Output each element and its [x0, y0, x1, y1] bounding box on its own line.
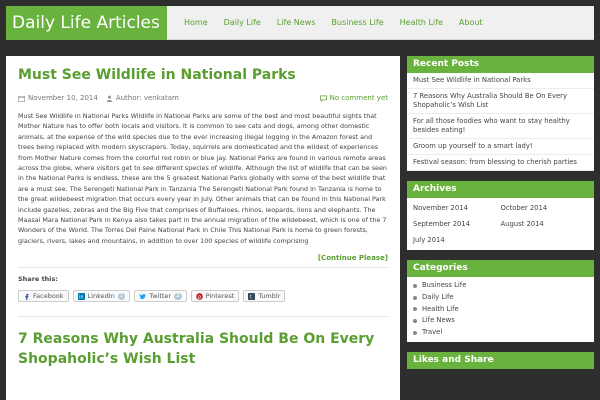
linkedin-icon: in: [77, 292, 85, 300]
facebook-icon: [25, 293, 29, 300]
archives-list: November 2014 October 2014 September 201…: [407, 198, 594, 250]
comment-icon: [319, 95, 327, 102]
calendar-icon: [18, 95, 25, 102]
svg-text:in: in: [79, 294, 83, 299]
archives-widget: Archives November 2014 October 2014 Sept…: [407, 181, 594, 250]
site-header: Daily Life Articles Home Daily Life Life…: [6, 6, 594, 40]
post-title[interactable]: Must See Wildlife in National Parks: [18, 67, 388, 84]
category-label: Business Life: [422, 281, 467, 289]
recent-post-link[interactable]: For all those foodies who want to stay h…: [407, 114, 594, 139]
recent-post-link[interactable]: Festival season: from blessing to cheris…: [407, 155, 594, 171]
main-nav: Home Daily Life Life News Business Life …: [176, 6, 491, 40]
share-buttons: Facebook in LinkedIn 1 Twitter 2 p Pinte…: [18, 290, 388, 303]
nav-business-life[interactable]: Business Life: [323, 6, 391, 40]
share-pinterest-label: Pinterest: [205, 292, 235, 301]
recent-posts-widget: Recent Posts Must See Wildlife in Nation…: [407, 56, 594, 171]
recent-posts-title: Recent Posts: [407, 56, 594, 73]
share-tumblr-button[interactable]: t Tumblr: [243, 290, 286, 303]
bullet-icon: [413, 283, 417, 288]
categories-title: Categories: [407, 260, 594, 277]
category-link[interactable]: Health Life: [413, 304, 588, 316]
author-icon: [106, 95, 113, 102]
share-facebook-button[interactable]: Facebook: [18, 290, 69, 303]
likes-widget: Likes and Share: [407, 351, 594, 369]
svg-text:t: t: [250, 294, 252, 299]
svg-text:p: p: [198, 295, 201, 299]
category-label: Life News: [422, 316, 455, 325]
divider: [18, 267, 388, 269]
recent-post-link[interactable]: Groom up yourself to a smart lady!: [407, 139, 594, 155]
continue-link[interactable]: [Continue Please]: [18, 254, 388, 262]
share-facebook-label: Facebook: [33, 292, 64, 301]
recent-post-link[interactable]: Must See Wildlife in National Parks: [407, 73, 594, 89]
share-label: Share this:: [18, 275, 59, 284]
site-title[interactable]: Daily Life Articles: [6, 6, 167, 40]
category-label: Travel: [422, 328, 443, 337]
post2-title-line2: Shopaholic’s Wish List: [18, 351, 196, 368]
post-date: November 10, 2014: [28, 94, 98, 102]
bullet-icon: [413, 331, 417, 336]
share-linkedin-button[interactable]: in LinkedIn 1: [72, 290, 131, 303]
pinterest-icon: p: [195, 292, 203, 300]
share-twitter-count: 2: [174, 292, 182, 300]
post-meta: November 10, 2014 Author: venkatam No co…: [18, 93, 388, 103]
category-label: Health Life: [422, 304, 459, 313]
post2-title-line1: 7 Reasons Why Australia Should Be On Eve…: [18, 331, 375, 348]
categories-list: Business Life Daily Life Health Life Lif…: [407, 277, 594, 342]
category-link[interactable]: Travel: [413, 327, 588, 339]
comments-link[interactable]: No comment yet: [319, 94, 388, 102]
category-link[interactable]: Business Life: [413, 280, 588, 292]
nav-daily-life[interactable]: Daily Life: [216, 6, 269, 40]
tumblr-icon: t: [248, 292, 256, 300]
sidebar: Recent Posts Must See Wildlife in Nation…: [407, 56, 594, 379]
share-linkedin-label: LinkedIn: [87, 292, 115, 301]
post-author[interactable]: Author: venkatam: [116, 94, 179, 102]
category-label: Daily Life: [422, 292, 454, 301]
share-twitter-label: Twitter: [149, 292, 172, 301]
post-article: Must See Wildlife in National Parks Nove…: [6, 56, 400, 369]
share-pinterest-button[interactable]: p Pinterest: [190, 290, 240, 303]
archive-link[interactable]: October 2014: [501, 200, 589, 216]
comments-label: No comment yet: [329, 94, 388, 102]
nav-home[interactable]: Home: [176, 6, 216, 40]
archive-link[interactable]: November 2014: [413, 200, 501, 216]
post-excerpt: Must See Wildlife in National Parks Wild…: [18, 112, 387, 245]
post2-title[interactable]: 7 Reasons Why Australia Should Be On Eve…: [18, 329, 388, 369]
nav-life-news[interactable]: Life News: [269, 6, 324, 40]
recent-post-link[interactable]: 7 Reasons Why Australia Should Be On Eve…: [407, 89, 594, 114]
archive-link[interactable]: July 2014: [413, 232, 501, 248]
bullet-icon: [413, 307, 417, 312]
bullet-icon: [413, 319, 417, 324]
divider: [18, 316, 388, 318]
share-twitter-button[interactable]: Twitter 2: [134, 290, 187, 303]
nav-health-life[interactable]: Health Life: [392, 6, 451, 40]
archives-title: Archives: [407, 181, 594, 198]
category-link[interactable]: Daily Life: [413, 292, 588, 304]
categories-widget: Categories Business Life Daily Life Heal…: [407, 260, 594, 342]
nav-about[interactable]: About: [451, 6, 491, 40]
archive-link[interactable]: August 2014: [501, 216, 589, 232]
category-link[interactable]: Life News: [413, 315, 588, 327]
bullet-icon: [413, 295, 417, 300]
archive-link[interactable]: September 2014: [413, 216, 501, 232]
twitter-icon: [139, 293, 146, 299]
likes-title: Likes and Share: [407, 351, 594, 369]
share-linkedin-count: 1: [117, 292, 126, 300]
main-content: Must See Wildlife in National Parks Nove…: [6, 56, 400, 400]
share-tumblr-label: Tumblr: [258, 292, 281, 301]
